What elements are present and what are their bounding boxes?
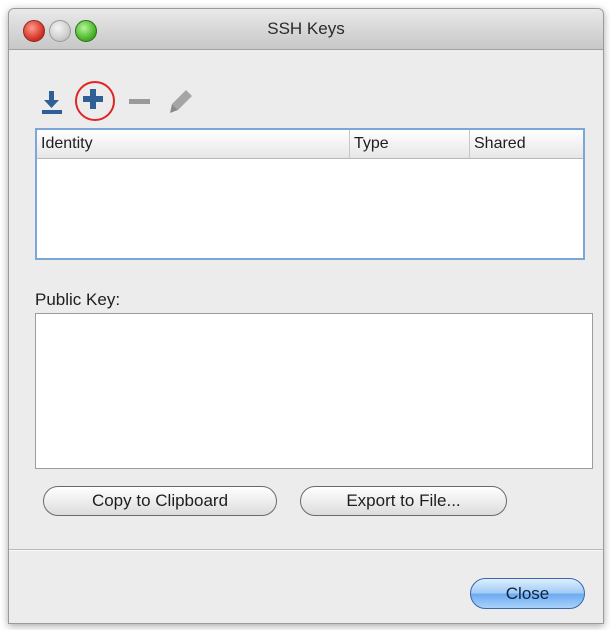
close-button[interactable]: Close xyxy=(470,578,585,609)
import-icon xyxy=(42,91,62,114)
remove-key-button[interactable] xyxy=(125,87,155,117)
ssh-keys-window: SSH Keys Identity Type Shared Public Key… xyxy=(8,8,604,624)
remove-icon xyxy=(129,99,150,104)
import-key-button[interactable] xyxy=(37,87,67,117)
identity-table[interactable]: Identity Type Shared xyxy=(35,128,585,260)
public-key-label: Public Key: xyxy=(35,290,121,309)
export-to-file-button[interactable]: Export to File... xyxy=(300,486,507,516)
copy-to-clipboard-button[interactable]: Copy to Clipboard xyxy=(43,486,277,516)
window-title: SSH Keys xyxy=(267,19,345,38)
title-bar[interactable]: SSH Keys xyxy=(9,9,603,50)
edit-key-button[interactable] xyxy=(167,87,197,117)
column-header-shared[interactable]: Shared xyxy=(470,130,583,158)
edit-icon xyxy=(170,90,192,113)
column-header-type[interactable]: Type xyxy=(350,130,470,158)
public-key-textarea[interactable] xyxy=(35,313,593,469)
divider xyxy=(9,549,603,551)
add-icon xyxy=(83,89,103,109)
table-header: Identity Type Shared xyxy=(37,130,583,159)
column-header-identity[interactable]: Identity xyxy=(37,130,350,158)
add-key-button[interactable] xyxy=(75,81,115,121)
